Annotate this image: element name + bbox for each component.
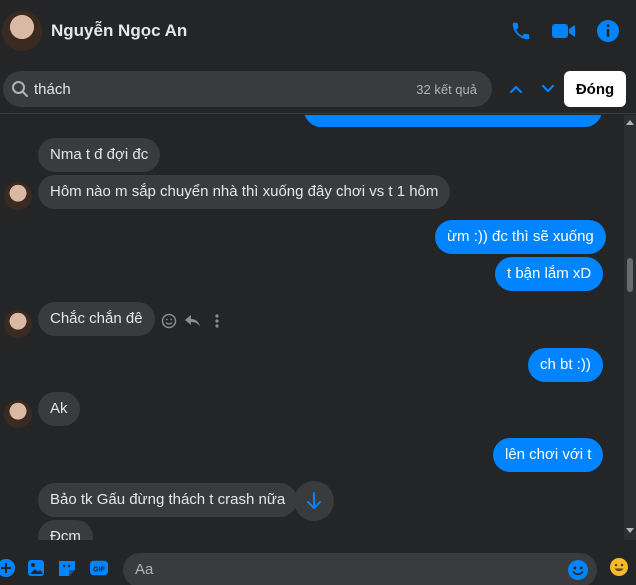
arrow-down-icon (307, 492, 321, 509)
search-icon (11, 80, 29, 103)
message-bubble[interactable]: Nma t đ đợi đc (38, 138, 161, 172)
search-field[interactable]: thách 32 kết quả (3, 71, 492, 107)
search-result-count: 32 kết quả (416, 82, 477, 97)
reply-icon[interactable] (184, 312, 202, 330)
message-bubble[interactable]: Hôm nào m sắp chuyển nhà thì xuống đây c… (38, 175, 451, 209)
emoji-icon[interactable] (160, 312, 178, 330)
message-input[interactable] (135, 561, 565, 578)
message-list: Nma t đ đợi đc Hôm nào m sắp chuyển nhà … (0, 115, 624, 540)
search-query[interactable]: thách (34, 81, 71, 98)
scroll-down-arrow[interactable] (626, 528, 634, 533)
message-bubble[interactable]: Chắc chắn đê (38, 302, 155, 336)
more-icon[interactable] (208, 312, 226, 330)
message-bubble[interactable]: ừm :)) đc thì sẽ xuống (435, 220, 606, 254)
contact-avatar[interactable] (2, 11, 42, 51)
sender-avatar[interactable] (4, 310, 32, 338)
sender-avatar[interactable] (4, 182, 32, 210)
message-actions (160, 312, 226, 330)
message-search-bar: thách 32 kết quả Đóng (0, 64, 636, 114)
message-scrollbar[interactable] (624, 115, 636, 540)
message-bubble[interactable]: Ak (38, 392, 80, 426)
phone-icon[interactable] (508, 18, 534, 44)
smiley-icon[interactable] (567, 559, 589, 581)
message-bubble[interactable]: Bảo tk Gấu đừng thách t crash nữa (38, 483, 298, 517)
sticker-icon[interactable] (57, 558, 77, 578)
message-bubble[interactable]: t bận lắm xD (495, 257, 604, 291)
scroll-to-bottom-button[interactable] (294, 481, 334, 521)
close-search-button[interactable]: Đóng (564, 71, 626, 107)
video-icon[interactable] (551, 18, 577, 44)
message-bubble[interactable]: ch bt :)) (528, 348, 603, 382)
contact-name[interactable]: Nguyễn Ngọc An (51, 21, 187, 41)
svg-text:GIF: GIF (93, 565, 106, 574)
plus-icon[interactable] (0, 558, 16, 578)
reaction-icon[interactable] (609, 557, 629, 577)
message-bubble-partial (304, 115, 602, 127)
gif-icon[interactable]: GIF (89, 558, 109, 578)
scrollbar-thumb[interactable] (627, 258, 633, 292)
sender-avatar[interactable] (4, 400, 32, 428)
scroll-up-arrow[interactable] (626, 120, 634, 125)
message-composer: GIF (0, 545, 636, 585)
chevron-down-icon[interactable] (538, 79, 558, 99)
chevron-up-icon[interactable] (506, 79, 526, 99)
conversation-header: Nguyễn Ngọc An (0, 0, 636, 64)
message-bubble[interactable]: lên chơi với t (493, 438, 604, 472)
info-icon[interactable] (595, 18, 621, 44)
image-icon[interactable] (26, 558, 46, 578)
message-input-field[interactable] (123, 553, 597, 585)
message-bubble[interactable]: Đcm (38, 520, 93, 540)
